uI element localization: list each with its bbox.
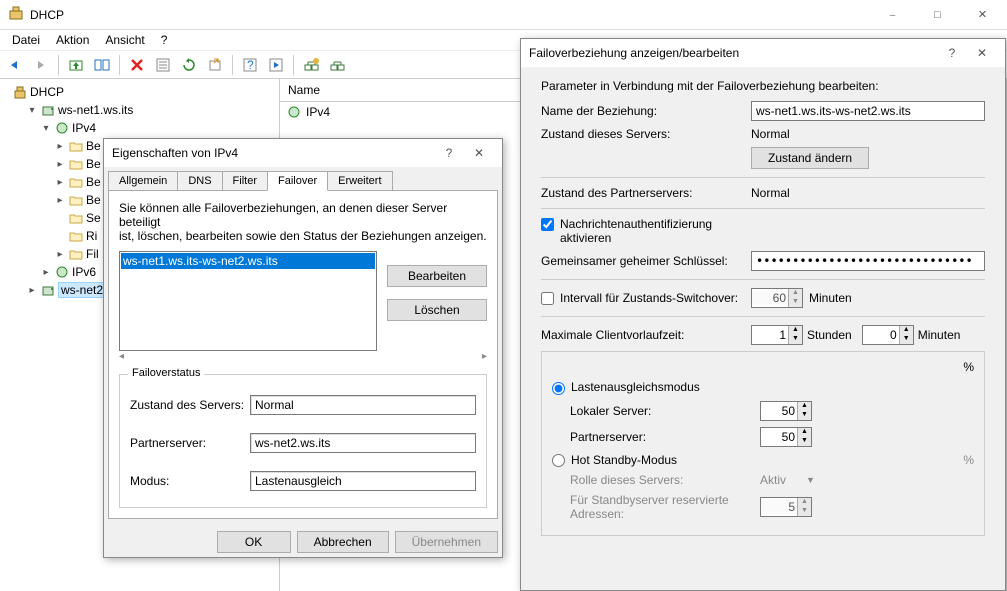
auth-checkbox[interactable]: Nachrichtenauthentifizierungaktivieren <box>541 217 712 245</box>
partner-state: Normal <box>751 186 790 200</box>
menu-help[interactable]: ? <box>155 31 174 49</box>
relation-name: ws-net1.ws.its-ws-net2.ws.its <box>751 101 985 121</box>
net-icon[interactable] <box>326 54 348 76</box>
export-icon[interactable] <box>204 54 226 76</box>
loadbalance-radio[interactable]: Lastenausgleichsmodus <box>552 380 700 394</box>
tab-general[interactable]: Allgemein <box>108 171 178 191</box>
tab-failover[interactable]: Failover <box>267 171 328 191</box>
forward-icon[interactable] <box>30 54 52 76</box>
ipv6-icon <box>54 264 70 280</box>
ok-button[interactable]: OK <box>217 531 291 553</box>
ipv4-icon <box>286 104 302 120</box>
svg-text:?: ? <box>247 58 254 72</box>
shared-key-input[interactable] <box>751 251 985 271</box>
menu-view[interactable]: Ansicht <box>99 31 150 49</box>
mclt-minutes[interactable]: ▲▼ <box>862 325 914 345</box>
dhcp-app-icon <box>8 5 24 24</box>
failover-edit-dialog: Failoverbeziehung anzeigen/bearbeiten ? … <box>520 38 1006 591</box>
delete-button[interactable]: Löschen <box>387 299 487 321</box>
ipv4-properties-dialog: Eigenschaften von IPv4 ? ✕ Allgemein DNS… <box>103 138 503 558</box>
dialog-title: Eigenschaften von IPv4 <box>112 146 434 160</box>
failover-list[interactable]: ws-net1.ws.its-ws-net2.ws.its <box>119 251 377 351</box>
help-icon[interactable]: ? <box>239 54 261 76</box>
folder-icon <box>68 174 84 190</box>
this-server-state: Normal <box>751 127 985 141</box>
folder-icon <box>68 246 84 262</box>
tab-filter[interactable]: Filter <box>222 171 268 191</box>
menu-action[interactable]: Aktion <box>50 31 95 49</box>
back-icon[interactable] <box>4 54 26 76</box>
folder-icon <box>68 138 84 154</box>
server-icon <box>40 102 56 118</box>
failover-list-item[interactable]: ws-net1.ws.its-ws-net2.ws.its <box>121 253 375 269</box>
local-server-pct[interactable]: ▲▼ <box>760 401 812 421</box>
close-button[interactable]: ✕ <box>960 1 1005 29</box>
tab-advanced[interactable]: Erweitert <box>327 171 392 191</box>
failover-status-group: Failoverstatus Zustand des Servers:Norma… <box>119 374 487 508</box>
properties-icon[interactable] <box>91 54 113 76</box>
close-icon[interactable]: ✕ <box>464 146 494 160</box>
server-state: Normal <box>250 395 476 415</box>
folder-icon <box>68 192 84 208</box>
play-icon[interactable] <box>265 54 287 76</box>
partner-server-pct[interactable]: ▲▼ <box>760 427 812 447</box>
refresh-icon[interactable] <box>178 54 200 76</box>
tree-root[interactable]: DHCP <box>4 83 279 101</box>
menu-file[interactable]: Datei <box>6 31 46 49</box>
reserved-addresses: ▲▼ <box>760 497 812 517</box>
tabstrip: Allgemein DNS Filter Failover Erweitert <box>104 167 502 191</box>
titlebar: DHCP – □ ✕ <box>0 0 1007 30</box>
switchover-interval: ▲▼ <box>751 288 803 308</box>
tab-dns[interactable]: DNS <box>177 171 222 191</box>
folder-icon <box>68 210 84 226</box>
help-icon[interactable]: ? <box>937 46 967 60</box>
app-title: DHCP <box>30 8 870 22</box>
partner-server: ws-net2.ws.its <box>250 433 476 453</box>
cancel-button[interactable]: Abbrechen <box>297 531 389 553</box>
ipv4-icon <box>54 120 70 136</box>
dialog-title: Failoverbeziehung anzeigen/bearbeiten <box>529 46 937 60</box>
delete-icon[interactable] <box>126 54 148 76</box>
hotstandby-radio[interactable]: Hot Standby-Modus <box>552 453 677 467</box>
tree-ipv4[interactable]: ▾IPv4 <box>4 119 279 137</box>
server-icon <box>40 282 56 298</box>
folder-icon <box>68 228 84 244</box>
up-icon[interactable] <box>65 54 87 76</box>
folder-icon <box>68 156 84 172</box>
edit-button[interactable]: Bearbeiten <box>387 265 487 287</box>
maximize-button[interactable]: □ <box>915 1 960 29</box>
close-icon[interactable]: ✕ <box>967 46 997 60</box>
intro-text: Sie können alle Failoverbeziehungen, an … <box>119 201 487 243</box>
mode: Lastenausgleich <box>250 471 476 491</box>
change-state-button[interactable]: Zustand ändern <box>751 147 869 169</box>
switchover-interval-checkbox[interactable]: Intervall für Zustands-Switchover: <box>541 291 751 305</box>
help-icon[interactable]: ? <box>434 146 464 160</box>
tree-server1[interactable]: ▾ws-net1.ws.its <box>4 101 279 119</box>
list-icon[interactable] <box>152 54 174 76</box>
mclt-hours[interactable]: ▲▼ <box>751 325 803 345</box>
net-add-icon[interactable] <box>300 54 322 76</box>
apply-button[interactable]: Übernehmen <box>395 531 498 553</box>
minimize-button[interactable]: – <box>870 1 915 29</box>
dhcp-icon <box>12 84 28 100</box>
intro-text: Parameter in Verbindung mit der Failover… <box>541 79 985 93</box>
